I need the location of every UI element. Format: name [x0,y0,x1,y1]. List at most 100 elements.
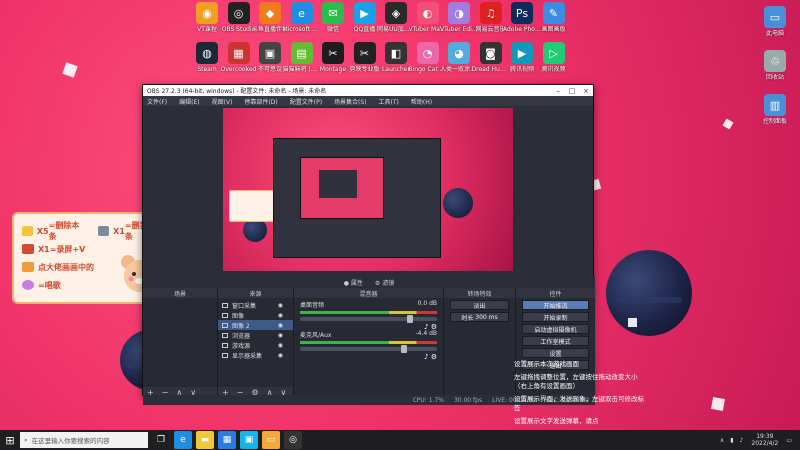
desktop-shortcut-label: 此电脑 [765,30,784,37]
desktop-shortcut[interactable]: ▭ 此电脑 [756,6,794,37]
note-line: 左键拖拽调整位置，左键按住拖动改变大小（右上角有设置画面） [514,373,638,390]
app-icon: ◉ [196,2,218,24]
source-item[interactable]: 窗口采集 ◉ [218,300,293,310]
source-item[interactable]: 游戏源 ◉ [218,340,293,350]
app-icon: ◔ [416,42,439,64]
obs-menubar: 文件(F) 编辑(E) 视图(V) 停靠部件(D) 配置文件(P) 场景集合(S) 工具(T… [143,96,593,106]
shortcut-key: X1 [113,226,125,236]
eye-icon[interactable]: ◉ [278,302,283,309]
app-icon: ♲ [764,50,786,72]
app-icon: ✂ [322,42,344,64]
tab-filters[interactable]: ⚙ 滤镜 [375,278,394,287]
menu-item[interactable]: 工具(T) [379,97,399,106]
app-icon: ▶ [511,42,533,64]
obs-preview-canvas[interactable] [223,108,513,271]
heart-icon [22,244,34,254]
folder-icon[interactable]: ▭ [262,431,280,449]
source-label: 游戏源 [232,342,251,350]
source-type-icon [222,322,228,328]
explorer-icon[interactable]: ▬ [196,431,214,449]
obs-titlebar[interactable]: OBS 27.2.3 (64-bit, windows) - 配置文件: 未命名… [143,85,593,96]
audio-meter [300,341,437,344]
maximize-icon[interactable]: □ [565,87,579,95]
eye-icon[interactable]: ◉ [278,352,283,359]
channel-name: 桌面音频 [300,302,325,309]
taskbar-pinned-apps: ❐ e ▬ ▦ ▣ ▭ ◎ [148,431,302,449]
app-icon: ◧ [385,42,407,64]
eye-icon[interactable]: ◉ [278,312,283,319]
menu-item[interactable]: 场景集合(S) [334,97,367,106]
tab-properties[interactable]: ● 属性 [344,278,363,287]
desktop-shortcut[interactable]: ▷ 腾讯视频 [535,42,573,73]
bilibili-icon[interactable]: ▣ [240,431,258,449]
volume-slider[interactable] [300,315,437,323]
shortcut-key: X5 [36,226,49,236]
menu-item[interactable]: 编辑(E) [179,97,199,106]
volume-icon[interactable]: ♪ [740,437,744,444]
network-icon[interactable]: ▮ [730,437,733,444]
controls-header: 控件 [516,288,595,298]
notification-icon[interactable]: ▭ [786,437,792,444]
eye-icon[interactable]: ◉ [278,342,283,349]
mixer-channel: 桌面音频 0.0 dB ♪ ⚙ [294,298,443,331]
menu-item[interactable]: 视图(V) [212,97,233,106]
gear-icon[interactable]: ⚙ [431,353,437,361]
gift-icon [22,226,33,236]
chevron-up-icon[interactable]: ∧ [720,437,724,444]
audio-mixer-dock: 混音器 桌面音频 0.0 dB ♪ ⚙ 麦克风/Aux -4.4 dB ♪ ⚙ [294,288,444,397]
desktop-shortcut[interactable]: ▥ 控制面板 [756,94,794,125]
store-icon[interactable]: ▦ [218,431,236,449]
edge-icon[interactable]: e [174,431,192,449]
plane-icon [98,226,110,236]
desktop-shortcut-label: 画图画板 [541,26,566,33]
source-item[interactable]: 浏览器 ◉ [218,330,293,340]
app-icon: ▥ [764,94,786,116]
shortcut-text: =录屏+V [49,244,86,254]
channel-db: -4.4 dB [415,330,437,337]
source-item[interactable]: 图像 2 ◉ [218,320,293,330]
transition-duration[interactable]: 时长 300 ms [450,312,509,322]
task-view-icon[interactable]: ❐ [152,431,170,449]
obs-icon[interactable]: ◎ [284,431,302,449]
mixer-channel: 麦克风/Aux -4.4 dB ♪ ⚙ [294,328,443,361]
system-tray: ∧ ▮ ♪ 19:39 2022/4/2 ▭ [720,433,800,447]
volume-slider[interactable] [300,345,437,353]
scenes-dock: 场景 + − ∧ ∨ [143,288,218,397]
control-button[interactable]: 开始推流 [522,300,589,310]
minimize-icon[interactable]: – [551,87,565,95]
control-button[interactable]: 工作室模式 [522,336,589,346]
app-icon: ✎ [542,2,565,24]
desktop-shortcut[interactable]: ✎ 画图画板 [535,2,573,33]
source-type-icon [222,302,228,308]
menu-item[interactable]: 文件(F) [147,97,167,106]
desktop-shortcut[interactable]: ♲ 回收站 [756,50,794,81]
source-label: 浏览器 [232,332,251,340]
app-icon: ▷ [542,42,565,64]
eye-icon[interactable]: ◉ [278,332,283,339]
note-line: 设置展示界面，发送现象，左键双击可修改标签 [514,395,644,412]
menu-item[interactable]: 停靠部件(D) [244,97,277,106]
speaker-icon[interactable]: ♪ [424,353,428,361]
menu-item[interactable]: 配置文件(P) [290,97,322,106]
control-button[interactable]: 启动虚拟摄像机 [522,324,589,334]
close-icon[interactable]: × [579,87,593,95]
obs-window[interactable]: OBS 27.2.3 (64-bit, windows) - 配置文件: 未命名… [142,84,595,405]
obs-title: OBS 27.2.3 (64-bit, windows) - 配置文件: 未命名… [147,88,327,95]
eye-icon[interactable]: ◉ [278,322,283,329]
taskbar-search-box[interactable]: ⌕ 在这里输入你要搜索的内容 [20,432,148,448]
menu-item[interactable]: 帮助(H) [411,97,432,106]
windows-start-icon[interactable]: ⊞ [0,430,20,450]
source-item[interactable]: 显示器采集 ◉ [218,350,293,360]
transitions-header: 转场特效 [444,288,515,298]
control-button[interactable]: 设置 [522,348,589,358]
transition-select[interactable]: 淡出 [450,300,509,310]
note-line: 设置展示文字发送弹幕，请点 [514,417,599,425]
note-line: 设置展示本次游戏画面 [514,360,579,368]
control-button[interactable]: 开始录制 [522,312,589,322]
taskbar-clock[interactable]: 19:39 2022/4/2 [751,433,778,447]
mixer-header: 混音器 [294,288,443,298]
app-icon: ◈ [385,2,407,24]
source-item[interactable]: 图像 ◉ [218,310,293,320]
tutorial-notes: 设置展示本次游戏画面左键拖拽调整位置，左键按住拖动改变大小（右上角有设置画面） 设… [514,360,644,430]
desktop-shortcut-label: 回收站 [765,74,784,81]
